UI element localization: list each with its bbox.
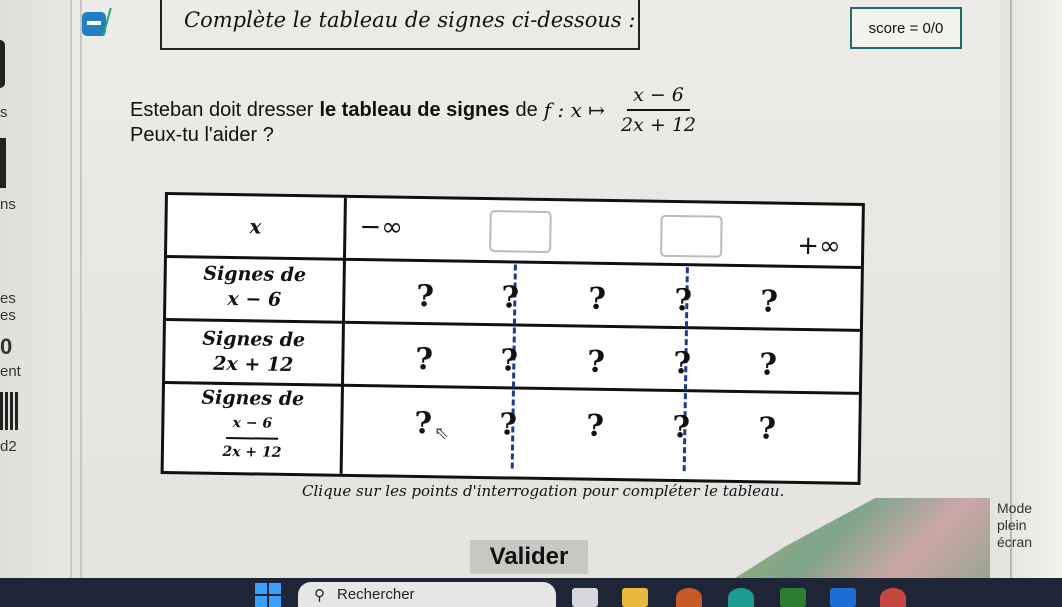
taskbar-app-icon[interactable] xyxy=(780,588,806,607)
sidebar-fragment: ns xyxy=(0,196,16,213)
sidebar-fragment: es xyxy=(0,290,16,307)
value-input-2[interactable] xyxy=(660,214,723,258)
sign-cell[interactable]: ? xyxy=(414,406,432,441)
search-icon: ⚲ xyxy=(314,586,325,604)
quotient-fraction: x − 6 2x + 12 xyxy=(216,410,288,466)
row-label-expr: 2x + 12 xyxy=(213,352,294,377)
sidebar-fragment: 0 xyxy=(0,334,13,359)
sign-table: x −∞ +∞ Signes de x − 6 ? ? ? ? ? Signes… xyxy=(160,192,865,485)
zero-cell[interactable]: ? xyxy=(501,280,519,315)
minus-infinity: −∞ xyxy=(359,212,404,243)
sidebar-bar xyxy=(0,138,6,188)
mode-line: Mode xyxy=(997,500,1033,516)
row-label-quotient: Signes de x − 6 2x + 12 xyxy=(164,385,341,467)
zero-cell[interactable]: ? xyxy=(673,346,691,381)
quotient-denominator: 2x + 12 xyxy=(222,443,282,461)
instruction-text: Complète le tableau de signes ci-dessous… xyxy=(184,8,636,32)
sign-cell[interactable]: ? xyxy=(586,409,604,444)
row-label-title: Signes de xyxy=(201,386,305,411)
sign-cell[interactable]: ? xyxy=(759,347,777,382)
taskbar-app-icon[interactable] xyxy=(880,588,906,607)
row-label-title: Signes de xyxy=(202,327,306,352)
value-input-1[interactable] xyxy=(489,210,552,254)
sidebar-fragment: d2 xyxy=(0,438,17,455)
sign-cell[interactable]: ? xyxy=(760,284,778,319)
zero-cell[interactable]: ? xyxy=(500,343,518,378)
fraction-denominator: 2x + 12 xyxy=(621,114,696,136)
validate-button[interactable]: Valider xyxy=(470,540,588,574)
intro-suffix: de xyxy=(515,98,538,121)
divider xyxy=(80,0,82,578)
sidebar-fragment: s xyxy=(0,104,8,121)
mouse-pointer-icon: ⇖ xyxy=(434,423,450,443)
quotient-numerator: x − 6 xyxy=(226,410,279,440)
search-placeholder: Rechercher xyxy=(337,586,415,603)
zero-cell[interactable]: ? xyxy=(674,283,692,318)
x-header: x xyxy=(249,214,262,239)
row-label-x-minus-6: Signes de x − 6 xyxy=(166,261,343,314)
sidebar-fragment: es xyxy=(0,307,16,324)
mode-line: plein xyxy=(997,517,1027,533)
divider xyxy=(70,0,72,578)
sign-cell[interactable]: ? xyxy=(415,342,433,377)
windows-start-icon[interactable] xyxy=(255,583,281,607)
sign-cell[interactable]: ? xyxy=(758,411,776,446)
taskbar-app-icon[interactable] xyxy=(676,588,702,607)
fullscreen-mode-link[interactable]: Mode plein écran xyxy=(997,500,1032,551)
sign-cell[interactable]: ? xyxy=(587,345,605,380)
hint-text: Clique sur les points d'interrogation po… xyxy=(302,482,785,500)
edge-icon[interactable] xyxy=(728,588,754,607)
row-label-title: Signes de xyxy=(203,262,307,287)
right-edge xyxy=(1000,0,1062,578)
mode-line: écran xyxy=(997,534,1033,550)
intro-prefix: Esteban doit dresser xyxy=(130,98,314,121)
taskbar-app-icon[interactable] xyxy=(572,588,598,607)
taskbar-search[interactable]: ⚲ Rechercher xyxy=(298,582,556,607)
sign-cell[interactable]: ? xyxy=(588,282,606,317)
function-fraction: x − 6 2x + 12 xyxy=(615,84,702,136)
intro-line-2: Peux-tu l'aider ? xyxy=(130,124,274,146)
function-def: f : x ↦ xyxy=(543,98,606,122)
intro-bold: le tableau de signes xyxy=(319,98,510,121)
folder-icon[interactable] xyxy=(622,588,648,607)
sidebar-fragment: ent xyxy=(0,363,21,380)
sidebar-bar xyxy=(0,40,5,88)
sidebar-bar xyxy=(0,392,18,430)
value-cell[interactable]: ? xyxy=(672,410,690,445)
fraction-numerator: x − 6 xyxy=(627,84,690,111)
sign-cell[interactable]: ? xyxy=(416,279,434,314)
row-label-expr: x − 6 xyxy=(227,287,282,311)
row-label-2x-plus-12: Signes de 2x + 12 xyxy=(165,326,342,379)
value-cell[interactable]: ? xyxy=(499,407,517,442)
left-sidebar-fragment: s ns es es 0 ent d2 xyxy=(0,0,70,578)
taskbar-app-icon[interactable] xyxy=(830,588,856,607)
score-badge: score = 0/0 xyxy=(850,7,962,49)
plus-infinity: +∞ xyxy=(796,230,841,262)
